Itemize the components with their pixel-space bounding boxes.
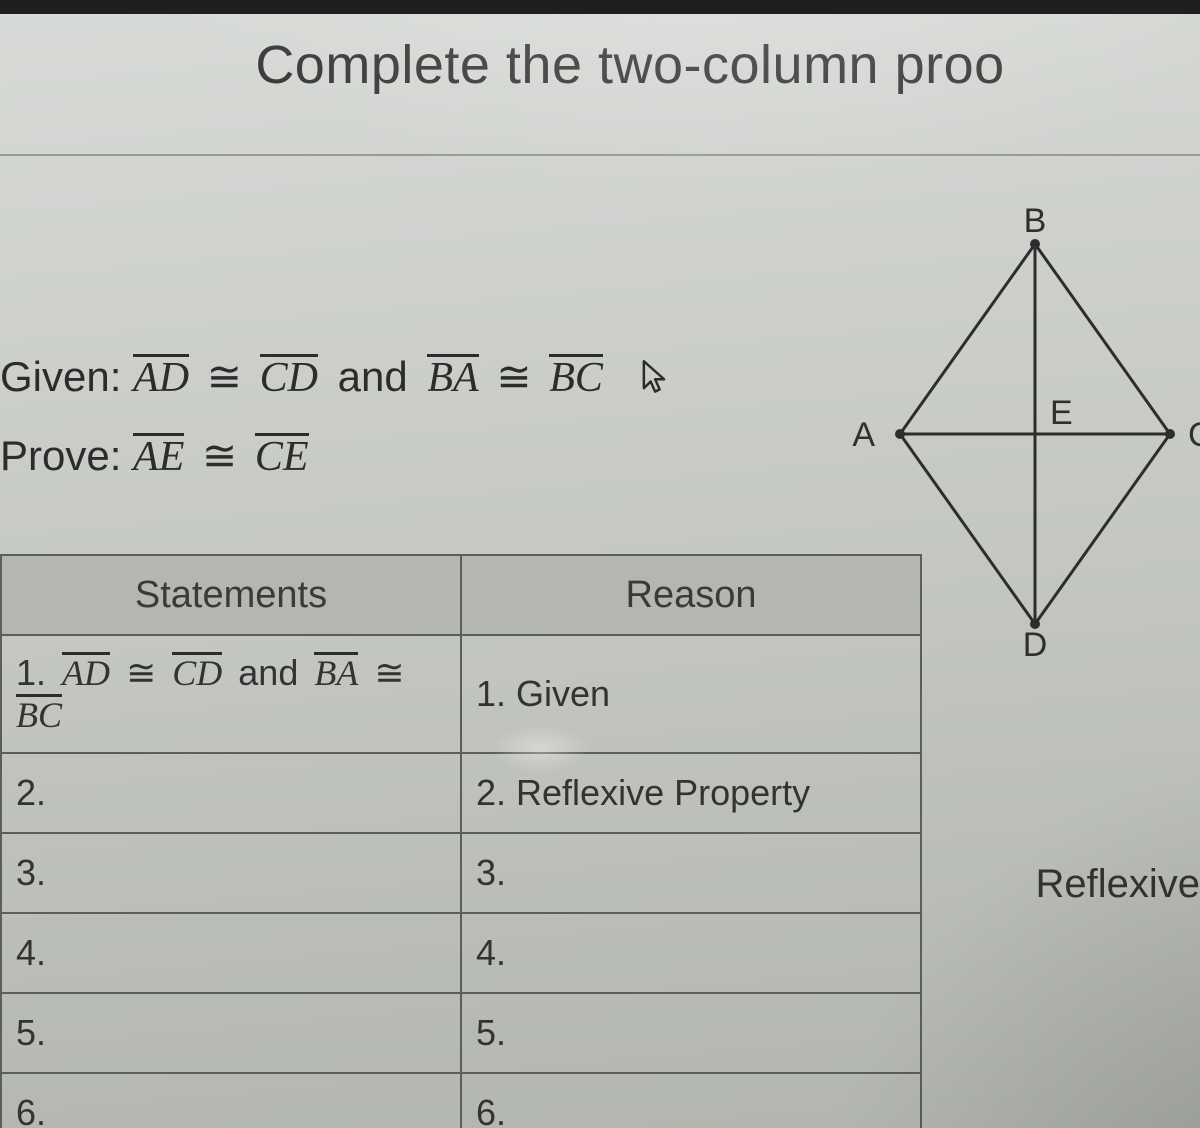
reason-cell[interactable]: 6. xyxy=(461,1073,921,1128)
seg-BA: BA xyxy=(314,652,358,691)
table-row[interactable]: 2. 2. Reflexive Property xyxy=(1,753,921,833)
side-label-reflexive: Reflexive xyxy=(1035,862,1200,907)
reason-cell[interactable]: 1. Given xyxy=(461,635,921,753)
and-text: and xyxy=(232,652,304,693)
statement-cell[interactable]: 4. xyxy=(1,913,461,993)
prove-label: Prove: xyxy=(0,432,121,479)
table-row[interactable]: 3. 3. xyxy=(1,833,921,913)
label-E: E xyxy=(1050,394,1073,432)
congruent-icon: ≅ xyxy=(368,652,410,693)
seg-CD: CD xyxy=(172,652,222,691)
table-row[interactable]: 6. 6. xyxy=(1,1073,921,1128)
reason-cell[interactable]: 2. Reflexive Property xyxy=(461,753,921,833)
reason-cell[interactable]: 4. xyxy=(461,913,921,993)
title-wrap: Complete the two-column proo xyxy=(0,34,1200,96)
statement-cell[interactable]: 6. xyxy=(1,1073,461,1128)
and-text: and xyxy=(330,353,416,400)
statement-cell[interactable]: 5. xyxy=(1,993,461,1073)
table-row[interactable]: 1. AD ≅ CD and BA ≅ BC 1. Given xyxy=(1,635,921,753)
label-A: A xyxy=(852,416,875,454)
worksheet-screen: Complete the two-column proo Given: AD ≅… xyxy=(0,0,1200,1128)
statement-cell[interactable]: 2. xyxy=(1,753,461,833)
table-row[interactable]: 4. 4. xyxy=(1,913,921,993)
label-B: B xyxy=(1024,202,1047,240)
seg-BC: BC xyxy=(16,694,62,733)
given-line: Given: AD ≅ CD and BA ≅ BC xyxy=(0,344,603,409)
label-D: D xyxy=(1023,626,1048,664)
seg-AD: AD xyxy=(62,652,110,691)
reason-cell[interactable]: 3. xyxy=(461,833,921,913)
seg-BA: BA xyxy=(427,354,478,399)
seg-AE: AE xyxy=(133,433,184,478)
header-reason: Reason xyxy=(461,555,921,635)
congruent-icon: ≅ xyxy=(490,353,537,400)
seg-BC: BC xyxy=(549,354,603,399)
given-prove-block: Given: AD ≅ CD and BA ≅ BC Prove: AE ≅ C… xyxy=(0,344,603,488)
seg-AD: AD xyxy=(133,354,189,399)
given-label: Given: xyxy=(0,353,121,400)
seg-CE: CE xyxy=(255,433,309,478)
seg-CD: CD xyxy=(260,354,318,399)
prove-line: Prove: AE ≅ CE xyxy=(0,423,603,488)
cursor-icon xyxy=(640,359,668,395)
congruent-icon: ≅ xyxy=(201,353,248,400)
proof-table: Statements Reason 1. AD ≅ CD and BA ≅ BC… xyxy=(0,554,922,1128)
reason-cell[interactable]: 5. xyxy=(461,993,921,1073)
label-C: C xyxy=(1188,416,1200,454)
statement-cell[interactable]: 3. xyxy=(1,833,461,913)
header-statements: Statements xyxy=(1,555,461,635)
congruent-icon: ≅ xyxy=(196,432,243,479)
table-header-row: Statements Reason xyxy=(1,555,921,635)
page-title: Complete the two-column proo xyxy=(195,34,1004,96)
table-row[interactable]: 5. 5. xyxy=(1,993,921,1073)
divider xyxy=(0,154,1200,156)
row-num: 1. xyxy=(16,652,46,693)
congruent-icon: ≅ xyxy=(120,652,162,693)
statement-cell[interactable]: 1. AD ≅ CD and BA ≅ BC xyxy=(1,635,461,753)
